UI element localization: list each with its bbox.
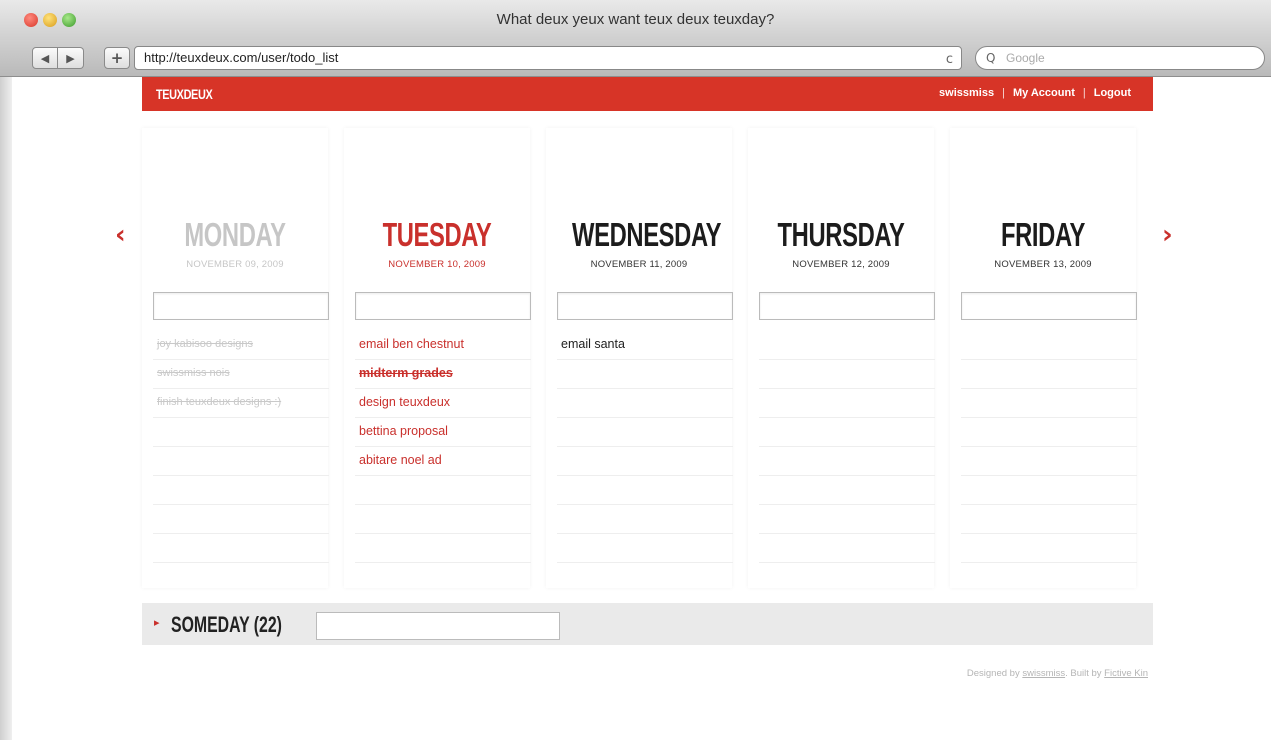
empty-todo-line[interactable] — [153, 447, 329, 476]
day-column-tuesday: TUESDAY NOVEMBER 10, 2009 email ben ches… — [344, 128, 531, 588]
new-todo-input[interactable] — [961, 292, 1137, 320]
day-name: MONDAY — [184, 216, 286, 253]
user-nav: swissmiss | My Account | Logout — [939, 87, 1131, 99]
teuxdeux-logo[interactable]: TEUXDEUX — [156, 86, 213, 102]
todo-item[interactable]: joy kabisoo designs — [153, 331, 329, 360]
logout-link[interactable]: Logout — [1094, 87, 1131, 99]
day-date: NOVEMBER 13, 2009 — [994, 259, 1092, 270]
new-todo-input[interactable] — [759, 292, 935, 320]
empty-todo-line[interactable] — [557, 360, 733, 389]
empty-todo-line[interactable] — [961, 447, 1137, 476]
back-button[interactable]: ◀ — [32, 47, 58, 69]
empty-todo-line[interactable] — [153, 505, 329, 534]
address-bar[interactable]: http://teuxdeux.com/user/todo_list c — [134, 46, 962, 70]
window-title: What deux yeux want teux deux teuxday? — [496, 11, 775, 28]
built-by-text: Built by — [1070, 668, 1102, 679]
search-field[interactable]: Q Google — [975, 46, 1265, 70]
app-header: TEUXDEUX swissmiss | My Account | Logout — [142, 77, 1153, 111]
new-todo-input[interactable] — [557, 292, 733, 320]
empty-todo-line[interactable] — [153, 418, 329, 447]
forward-arrow-icon: ▶ — [66, 51, 75, 65]
new-todo-input[interactable] — [355, 292, 531, 320]
empty-todo-line[interactable] — [961, 476, 1137, 505]
day-name: FRIDAY — [1000, 216, 1086, 253]
someday-section: ▸ SOMEDAY (22) — [142, 603, 1153, 645]
search-placeholder: Google — [1006, 51, 1045, 65]
todo-item[interactable]: midterm grades — [355, 360, 531, 389]
empty-todo-line[interactable] — [961, 534, 1137, 563]
empty-todo-line[interactable] — [759, 534, 935, 563]
empty-todo-line[interactable] — [961, 389, 1137, 418]
designed-by-text: Designed by — [966, 668, 1020, 679]
empty-todo-line[interactable] — [355, 534, 531, 563]
empty-todo-line[interactable] — [355, 505, 531, 534]
reload-icon[interactable]: c — [946, 49, 953, 71]
nav-separator: | — [1002, 87, 1005, 99]
my-account-link[interactable]: My Account — [1013, 87, 1075, 99]
search-icon: Q — [986, 51, 996, 65]
empty-todo-line[interactable] — [153, 534, 329, 563]
browser-toolbar: ◀ ▶ + http://teuxdeux.com/user/todo_list… — [0, 40, 1271, 77]
day-name: THURSDAY — [777, 216, 905, 253]
next-days-icon[interactable]: › — [1162, 220, 1173, 250]
day-date: NOVEMBER 11, 2009 — [590, 259, 688, 270]
window-edge — [0, 77, 12, 740]
footer-credits: Designed by swissmiss. Built by Fictive … — [966, 668, 1148, 679]
browser-title-bar: What deux yeux want teux deux teuxday? — [0, 0, 1271, 40]
empty-todo-line[interactable] — [759, 505, 935, 534]
day-column-monday: MONDAY NOVEMBER 09, 2009 joy kabisoo des… — [142, 128, 329, 588]
designer-link[interactable]: swissmiss — [1022, 668, 1065, 679]
todo-item[interactable]: bettina proposal — [355, 418, 531, 447]
todo-item[interactable]: design teuxdeux — [355, 389, 531, 418]
empty-todo-line[interactable] — [557, 447, 733, 476]
todo-item[interactable]: abitare noel ad — [355, 447, 531, 476]
day-column-wednesday: WEDNESDAY NOVEMBER 11, 2009 email santa — [546, 128, 733, 588]
empty-todo-line[interactable] — [961, 331, 1137, 360]
plus-icon: + — [110, 49, 124, 67]
url-text: http://teuxdeux.com/user/todo_list — [144, 50, 339, 65]
todo-item[interactable]: email ben chestnut — [355, 331, 531, 360]
someday-new-todo-input[interactable] — [316, 612, 560, 640]
empty-todo-line[interactable] — [759, 389, 935, 418]
expand-arrow-icon[interactable]: ▸ — [154, 616, 160, 629]
day-date: NOVEMBER 09, 2009 — [186, 259, 284, 270]
day-column-thursday: THURSDAY NOVEMBER 12, 2009 — [748, 128, 935, 588]
empty-todo-line[interactable] — [153, 476, 329, 505]
username-link[interactable]: swissmiss — [939, 87, 994, 99]
empty-todo-line[interactable] — [557, 418, 733, 447]
empty-todo-line[interactable] — [961, 360, 1137, 389]
todo-item[interactable]: finish teuxdeux designs :) — [153, 389, 329, 418]
empty-todo-line[interactable] — [557, 505, 733, 534]
empty-todo-line[interactable] — [557, 534, 733, 563]
empty-todo-line[interactable] — [759, 418, 935, 447]
forward-button[interactable]: ▶ — [58, 47, 84, 69]
empty-todo-line[interactable] — [961, 505, 1137, 534]
empty-todo-line[interactable] — [557, 389, 733, 418]
empty-todo-line[interactable] — [759, 360, 935, 389]
day-date: NOVEMBER 12, 2009 — [792, 259, 890, 270]
new-todo-input[interactable] — [153, 292, 329, 320]
empty-todo-line[interactable] — [759, 331, 935, 360]
empty-todo-line[interactable] — [355, 476, 531, 505]
day-name: TUESDAY — [382, 216, 492, 253]
builder-link[interactable]: Fictive Kin — [1104, 668, 1148, 679]
back-arrow-icon: ◀ — [40, 51, 50, 65]
todo-item[interactable]: swissmiss nois — [153, 360, 329, 389]
empty-todo-line[interactable] — [759, 476, 935, 505]
previous-days-icon[interactable]: ‹ — [115, 220, 126, 250]
day-name: WEDNESDAY — [572, 216, 722, 253]
empty-todo-line[interactable] — [961, 418, 1137, 447]
someday-toggle[interactable]: SOMEDAY (22) — [171, 612, 282, 638]
todo-item[interactable]: email santa — [557, 331, 733, 360]
day-column-friday: FRIDAY NOVEMBER 13, 2009 — [950, 128, 1137, 588]
add-bookmark-button[interactable]: + — [104, 47, 130, 69]
empty-todo-line[interactable] — [759, 447, 935, 476]
nav-separator: | — [1082, 87, 1086, 99]
empty-todo-line[interactable] — [557, 476, 733, 505]
day-date: NOVEMBER 10, 2009 — [388, 259, 486, 270]
